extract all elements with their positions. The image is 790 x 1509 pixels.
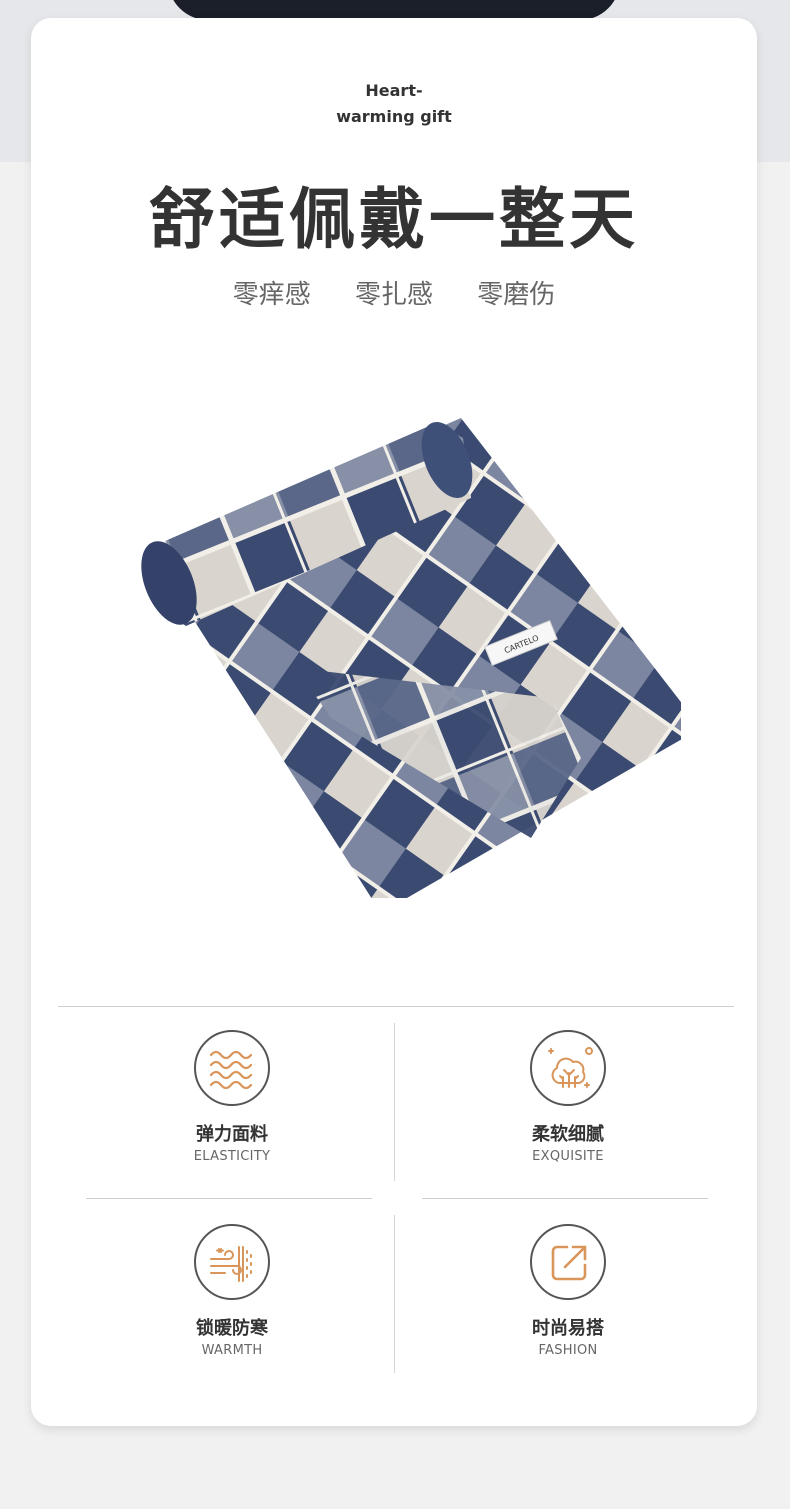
feature-title: 时尚易搭: [532, 1318, 604, 1339]
feature-subtitle: FASHION: [538, 1343, 598, 1358]
subtitle-item: 零痒感: [232, 280, 311, 310]
feature-exquisite: 柔软细腻 EXQUISITE: [418, 1030, 718, 1164]
product-card: Heart- warming gift 舒适佩戴一整天 零痒感 零扎感 零磨伤: [31, 18, 757, 1426]
feature-subtitle: ELASTICITY: [193, 1149, 271, 1164]
page-title: 舒适佩戴一整天: [149, 181, 639, 258]
divider: [86, 1198, 372, 1199]
eyebrow-heading: Heart- warming gift: [31, 78, 757, 130]
arrow-box-icon: [551, 1245, 587, 1281]
subtitle-item: 零扎感: [354, 280, 433, 310]
feature-elasticity: 弹力面料 ELASTICITY: [82, 1030, 382, 1164]
feature-icon-circle: [530, 1030, 606, 1106]
model-coat-fragment: [168, 0, 620, 20]
feature-title: 弹力面料: [196, 1124, 268, 1145]
wind-warmth-icon: [210, 1246, 252, 1282]
feature-icon-circle: [194, 1030, 270, 1106]
soft-tree-icon: [548, 1047, 593, 1088]
eyebrow-line-1: Heart-: [365, 81, 423, 100]
feature-subtitle: EXQUISITE: [532, 1149, 604, 1164]
feature-subtitle: WARMTH: [201, 1343, 263, 1358]
feature-warmth: 锁暖防寒 WARMTH: [82, 1224, 382, 1358]
eyebrow-line-2: warming gift: [336, 107, 452, 126]
divider: [422, 1198, 708, 1199]
divider: [394, 1023, 395, 1181]
divider: [58, 1006, 734, 1007]
subtitle-item: 零磨伤: [477, 280, 556, 310]
feature-icon-circle: [194, 1224, 270, 1300]
divider: [394, 1215, 395, 1373]
feature-fashion: 时尚易搭 FASHION: [418, 1224, 718, 1358]
scarf-image: CARTELO: [141, 418, 681, 898]
feature-title: 锁暖防寒: [196, 1318, 268, 1339]
subtitle: 零痒感 零扎感 零磨伤: [31, 274, 757, 311]
feature-icon-circle: [530, 1224, 606, 1300]
wave-icon: [209, 1050, 253, 1090]
feature-title: 柔软细腻: [532, 1124, 604, 1145]
